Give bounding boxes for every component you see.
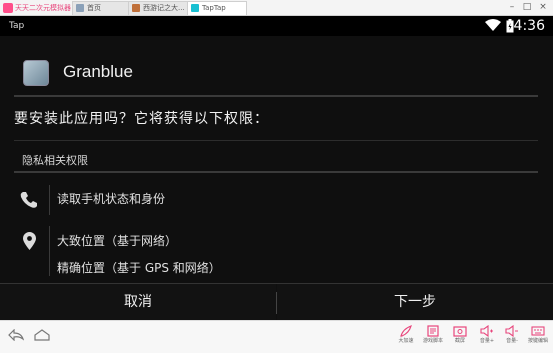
screenshot-icon bbox=[453, 326, 467, 337]
toolbar-screenshot-label: 截屏 bbox=[454, 338, 465, 344]
permission-phone-state: 读取手机状态和身份 bbox=[57, 192, 166, 206]
tab-taptap[interactable]: TapTap bbox=[187, 1, 247, 15]
toolbar-volume-down[interactable]: 音量- bbox=[500, 325, 524, 345]
home-icon bbox=[76, 4, 84, 12]
volume-up-icon bbox=[480, 325, 493, 337]
taptap-icon bbox=[191, 4, 199, 12]
install-question: 要安装此应用吗？它将获得以下权限： bbox=[14, 111, 269, 127]
rocket-icon bbox=[400, 325, 412, 337]
android-status-bar: Tap 4:36 bbox=[0, 16, 553, 36]
app-icon bbox=[23, 60, 49, 86]
permission-divider bbox=[49, 226, 50, 276]
toolbar-volume-down-label: 音量- bbox=[506, 338, 518, 344]
maximize-icon[interactable]: □ bbox=[520, 1, 534, 14]
toolbar-volume-up[interactable]: 音量+ bbox=[475, 325, 499, 345]
permission-coarse-location: 大致位置（基于网络） bbox=[57, 234, 178, 248]
phone-icon bbox=[20, 192, 37, 208]
tab-home[interactable]: 首页 bbox=[72, 1, 132, 15]
install-dialog: Granblue 要安装此应用吗？它将获得以下权限： 隐私相关权限 读取手机状态… bbox=[0, 36, 553, 320]
back-icon[interactable] bbox=[8, 329, 24, 341]
status-time: 4:36 bbox=[513, 18, 545, 34]
location-icon bbox=[23, 232, 36, 250]
toolbar-key-edit-label: 按键编辑 bbox=[527, 338, 548, 344]
permission-divider bbox=[49, 185, 50, 215]
emulator-title-bar: 天天二次元模拟器 首页 西游记之大... TapTap – □ × bbox=[0, 0, 553, 16]
toolbar-key-edit[interactable]: 按键编辑 bbox=[526, 325, 550, 345]
close-icon[interactable]: × bbox=[536, 1, 550, 14]
emulator-logo-icon bbox=[3, 3, 13, 13]
next-button[interactable]: 下一步 bbox=[277, 284, 553, 320]
cancel-button[interactable]: 取消 bbox=[0, 284, 276, 320]
keyboard-icon bbox=[531, 326, 545, 336]
toolbar-screenshot[interactable]: 截屏 bbox=[448, 325, 472, 345]
app-title: Granblue bbox=[63, 62, 133, 81]
status-app-name: Tap bbox=[9, 21, 25, 31]
section-top-divider bbox=[14, 140, 538, 141]
tab-home-label: 首页 bbox=[87, 4, 101, 12]
section-divider bbox=[14, 171, 538, 173]
tab-game[interactable]: 西游记之大... bbox=[128, 1, 188, 15]
permission-fine-location: 精确位置（基于 GPS 和网络） bbox=[57, 261, 221, 275]
tab-game-label: 西游记之大... bbox=[143, 4, 185, 12]
emulator-app-name: 天天二次元模拟器 bbox=[15, 4, 71, 12]
home-nav-icon[interactable] bbox=[33, 329, 51, 341]
volume-down-icon bbox=[505, 325, 518, 337]
script-icon bbox=[427, 325, 439, 337]
game-icon bbox=[132, 4, 140, 12]
wifi-icon bbox=[485, 19, 501, 31]
toolbar-boost-label: 大加速 bbox=[398, 338, 414, 344]
title-divider bbox=[14, 95, 538, 97]
minimize-icon[interactable]: – bbox=[505, 1, 519, 14]
toolbar-script[interactable]: 游戏脚本 bbox=[421, 325, 445, 345]
toolbar-boost[interactable]: 大加速 bbox=[394, 325, 418, 345]
toolbar-script-label: 游戏脚本 bbox=[422, 338, 443, 344]
emulator-nav-bar: 大加速 游戏脚本 截屏 音量+ 音量- 按键编辑 bbox=[0, 320, 553, 353]
tab-taptap-label: TapTap bbox=[202, 4, 226, 12]
section-title: 隐私相关权限 bbox=[22, 154, 88, 167]
toolbar-volume-up-label: 音量+ bbox=[479, 338, 495, 344]
